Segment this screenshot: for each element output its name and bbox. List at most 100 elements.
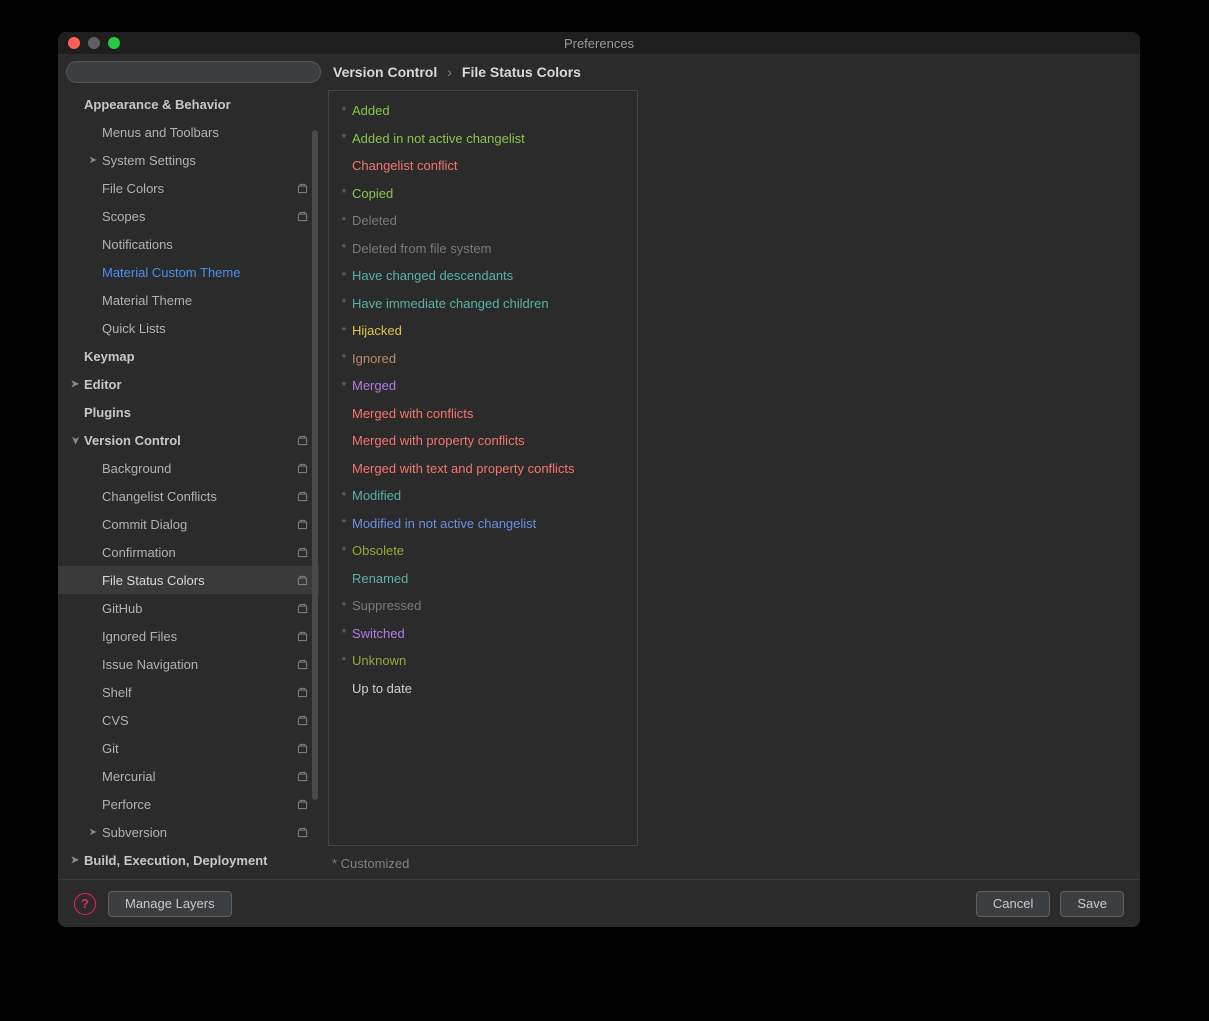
help-icon[interactable]: ?: [74, 893, 96, 915]
sidebar-item[interactable]: Keymap: [58, 342, 319, 370]
breadcrumb-child: File Status Colors: [462, 64, 581, 80]
file-status-label: Merged: [352, 378, 396, 393]
sidebar-item[interactable]: File Colors: [58, 174, 319, 202]
sidebar-item[interactable]: Mercurial: [58, 762, 319, 790]
file-status-row[interactable]: Merged with text and property conflicts: [329, 455, 637, 483]
sidebar-item[interactable]: Perforce: [58, 790, 319, 818]
sidebar-item[interactable]: ➤Subversion: [58, 818, 319, 846]
file-status-label: Up to date: [352, 681, 412, 696]
file-status-row[interactable]: Merged with conflicts: [329, 400, 637, 428]
file-status-row[interactable]: *Added in not active changelist: [329, 125, 637, 153]
sidebar-item[interactable]: Plugins: [58, 398, 319, 426]
expand-arrow-icon[interactable]: ➤: [86, 827, 100, 838]
expand-arrow-icon[interactable]: ➤: [68, 379, 82, 390]
file-status-label: Have immediate changed children: [352, 296, 549, 311]
file-status-label: Merged with text and property conflicts: [352, 461, 575, 476]
sidebar-item[interactable]: Changelist Conflicts: [58, 482, 319, 510]
sidebar-item[interactable]: Background: [58, 454, 319, 482]
sidebar-item[interactable]: Notifications: [58, 230, 319, 258]
cancel-button[interactable]: Cancel: [976, 891, 1050, 917]
traffic-lights: [68, 37, 120, 49]
sidebar-item[interactable]: CVS: [58, 706, 319, 734]
file-status-row[interactable]: *Have changed descendants: [329, 262, 637, 290]
file-status-row[interactable]: *Ignored: [329, 345, 637, 373]
sidebar-item-label: Menus and Toolbars: [102, 125, 309, 140]
customized-star-icon: *: [339, 489, 349, 503]
file-status-label: Added in not active changelist: [352, 131, 525, 146]
file-status-row[interactable]: *Suppressed: [329, 592, 637, 620]
file-status-row[interactable]: Merged with property conflicts: [329, 427, 637, 455]
file-status-row[interactable]: Changelist conflict: [329, 152, 637, 180]
sidebar-item[interactable]: GitHub: [58, 594, 319, 622]
sidebar-item-label: Git: [102, 741, 291, 756]
project-scope-icon: [295, 685, 309, 699]
titlebar: Preferences: [58, 32, 1140, 54]
expand-arrow-icon[interactable]: ➤: [68, 855, 82, 866]
sidebar-item[interactable]: Issue Navigation: [58, 650, 319, 678]
project-scope-icon: [295, 489, 309, 503]
save-button[interactable]: Save: [1060, 891, 1124, 917]
sidebar-item[interactable]: Shelf: [58, 678, 319, 706]
sidebar-item[interactable]: Material Theme: [58, 286, 319, 314]
project-scope-icon: [295, 657, 309, 671]
file-status-row[interactable]: *Have immediate changed children: [329, 290, 637, 318]
file-status-row[interactable]: *Modified in not active changelist: [329, 510, 637, 538]
close-window-button[interactable]: [68, 37, 80, 49]
sidebar-item-label: Quick Lists: [102, 321, 309, 336]
sidebar-item-label: Version Control: [84, 433, 291, 448]
sidebar-item-label: Confirmation: [102, 545, 291, 560]
sidebar[interactable]: Appearance & Behavior Menus and Toolbars ➤…: [58, 90, 320, 879]
sidebar-item[interactable]: Appearance & Behavior: [58, 90, 319, 118]
file-status-row[interactable]: Up to date: [329, 675, 637, 703]
footer-right: Cancel Save: [976, 891, 1124, 917]
sidebar-item-label: Background: [102, 461, 291, 476]
file-status-row[interactable]: *Modified: [329, 482, 637, 510]
file-status-label: Suppressed: [352, 598, 421, 613]
zoom-window-button[interactable]: [108, 37, 120, 49]
file-status-label: Renamed: [352, 571, 408, 586]
sidebar-item[interactable]: Ignored Files: [58, 622, 319, 650]
sidebar-item[interactable]: Material Custom Theme: [58, 258, 319, 286]
file-status-row[interactable]: Renamed: [329, 565, 637, 593]
file-status-row[interactable]: *Merged: [329, 372, 637, 400]
file-status-label: Changelist conflict: [352, 158, 458, 173]
footer-left: ? Manage Layers: [74, 891, 232, 917]
sidebar-item[interactable]: File Status Colors: [58, 566, 319, 594]
customized-star-icon: *: [339, 186, 349, 200]
sidebar-item[interactable]: Commit Dialog: [58, 510, 319, 538]
sidebar-item[interactable]: Confirmation: [58, 538, 319, 566]
sidebar-scrollbar[interactable]: [312, 130, 318, 800]
file-status-row[interactable]: *Added: [329, 97, 637, 125]
file-status-label: Switched: [352, 626, 405, 641]
collapse-arrow-icon[interactable]: ➤: [68, 435, 82, 446]
file-status-row[interactable]: *Switched: [329, 620, 637, 648]
sidebar-item[interactable]: Git: [58, 734, 319, 762]
breadcrumb: Version Control › File Status Colors: [333, 64, 581, 80]
sidebar-item[interactable]: ➤Build, Execution, Deployment: [58, 846, 319, 874]
search-input[interactable]: [66, 61, 321, 83]
sidebar-item[interactable]: Scopes: [58, 202, 319, 230]
file-status-label: Added: [352, 103, 390, 118]
file-status-row[interactable]: *Obsolete: [329, 537, 637, 565]
sidebar-item[interactable]: Quick Lists: [58, 314, 319, 342]
customized-star-icon: *: [339, 296, 349, 310]
breadcrumb-parent[interactable]: Version Control: [333, 64, 437, 80]
file-status-row[interactable]: *Deleted: [329, 207, 637, 235]
expand-arrow-icon[interactable]: ➤: [86, 155, 100, 166]
sidebar-item-label: CVS: [102, 713, 291, 728]
file-status-list[interactable]: *Added*Added in not active changelistCha…: [328, 90, 638, 846]
sidebar-item[interactable]: Menus and Toolbars: [58, 118, 319, 146]
manage-layers-button[interactable]: Manage Layers: [108, 891, 232, 917]
file-status-row[interactable]: *Hijacked: [329, 317, 637, 345]
sidebar-item[interactable]: ➤Editor: [58, 370, 319, 398]
file-status-row[interactable]: *Deleted from file system: [329, 235, 637, 263]
file-status-row[interactable]: *Unknown: [329, 647, 637, 675]
file-status-label: Have changed descendants: [352, 268, 513, 283]
sidebar-item-label: Subversion: [102, 825, 291, 840]
minimize-window-button[interactable]: [88, 37, 100, 49]
footer: ? Manage Layers Cancel Save: [58, 879, 1140, 927]
sidebar-item[interactable]: ➤System Settings: [58, 146, 319, 174]
file-status-label: Obsolete: [352, 543, 404, 558]
sidebar-item[interactable]: ➤Version Control: [58, 426, 319, 454]
file-status-row[interactable]: *Copied: [329, 180, 637, 208]
